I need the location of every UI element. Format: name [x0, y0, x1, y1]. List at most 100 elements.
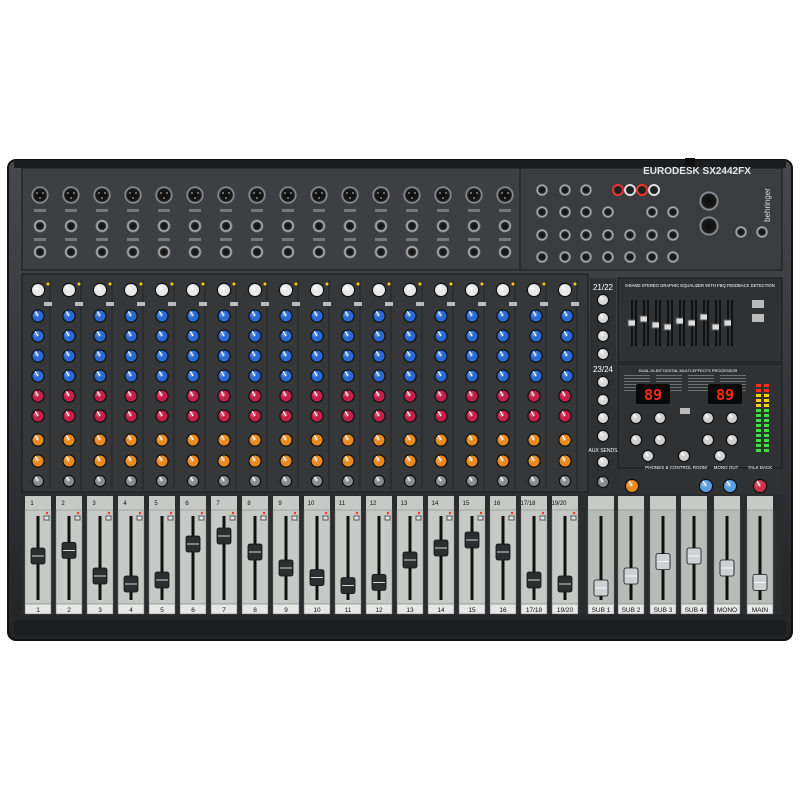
- channel-knob[interactable]: [186, 329, 200, 343]
- fx-knob[interactable]: [677, 449, 691, 463]
- geq-band-fader[interactable]: [627, 319, 637, 327]
- channel-knob[interactable]: [372, 369, 386, 383]
- aux-jack[interactable]: [536, 229, 548, 241]
- low-cut-switch[interactable]: [230, 302, 238, 306]
- line-input-jack[interactable]: [33, 219, 47, 233]
- aux-jack[interactable]: [580, 229, 592, 241]
- channel-knob[interactable]: [372, 474, 386, 488]
- channel-knob[interactable]: [93, 454, 107, 468]
- aux-jack[interactable]: [580, 184, 592, 196]
- channel-knob[interactable]: [93, 329, 107, 343]
- channel-knob[interactable]: [186, 433, 200, 447]
- aux-jack[interactable]: [559, 251, 571, 263]
- channel-knob[interactable]: [279, 389, 293, 403]
- channel-knob[interactable]: [371, 282, 387, 298]
- mute-button[interactable]: [446, 515, 453, 521]
- channel-knob[interactable]: [434, 454, 448, 468]
- channel-knob[interactable]: [31, 433, 45, 447]
- channel-knob[interactable]: [217, 409, 231, 423]
- channel-knob[interactable]: [434, 309, 448, 323]
- channel-knob[interactable]: [279, 349, 293, 363]
- xlr-input-jack[interactable]: [496, 186, 514, 204]
- insert-jack[interactable]: [405, 245, 419, 259]
- channel-knob[interactable]: [496, 309, 510, 323]
- geq-band-fader[interactable]: [711, 323, 721, 331]
- channel-knob[interactable]: [248, 409, 262, 423]
- return-knob[interactable]: [596, 393, 610, 407]
- xlr-input-jack[interactable]: [310, 186, 328, 204]
- channel-knob[interactable]: [123, 282, 139, 298]
- aux-jack[interactable]: [602, 229, 614, 241]
- line-input-jack[interactable]: [157, 219, 171, 233]
- channel-knob[interactable]: [155, 433, 169, 447]
- insert-jack[interactable]: [374, 245, 388, 259]
- channel-knob[interactable]: [465, 454, 479, 468]
- channel-knob[interactable]: [278, 282, 294, 298]
- line-input-jack[interactable]: [64, 219, 78, 233]
- channel-knob[interactable]: [372, 329, 386, 343]
- xlr-input-jack[interactable]: [124, 186, 142, 204]
- channel-knob[interactable]: [527, 454, 541, 468]
- low-cut-switch[interactable]: [106, 302, 114, 306]
- channel-knob[interactable]: [186, 349, 200, 363]
- channel-knob[interactable]: [279, 454, 293, 468]
- channel-knob[interactable]: [560, 369, 574, 383]
- mute-button[interactable]: [508, 515, 515, 521]
- low-cut-switch[interactable]: [447, 302, 455, 306]
- channel-knob[interactable]: [403, 329, 417, 343]
- channel-knob[interactable]: [558, 433, 572, 447]
- channel-knob[interactable]: [434, 369, 448, 383]
- aux-jack[interactable]: [602, 206, 614, 218]
- aux-jack[interactable]: [580, 206, 592, 218]
- channel-knob[interactable]: [62, 389, 76, 403]
- channel-knob[interactable]: [558, 389, 572, 403]
- mute-button[interactable]: [322, 515, 329, 521]
- channel-knob[interactable]: [155, 309, 169, 323]
- low-cut-switch[interactable]: [75, 302, 83, 306]
- return-knob[interactable]: [596, 311, 610, 325]
- mute-button[interactable]: [198, 515, 205, 521]
- channel-knob[interactable]: [465, 349, 479, 363]
- channel-knob[interactable]: [434, 474, 448, 488]
- channel-knob[interactable]: [526, 282, 542, 298]
- fx-knob[interactable]: [701, 411, 715, 425]
- channel-knob[interactable]: [124, 369, 138, 383]
- geq-band-fader[interactable]: [699, 313, 709, 321]
- channel-knob[interactable]: [403, 369, 417, 383]
- channel-knob[interactable]: [372, 454, 386, 468]
- channel-knob[interactable]: [62, 454, 76, 468]
- channel-knob[interactable]: [93, 433, 107, 447]
- geq-switch[interactable]: [752, 300, 764, 308]
- line-input-jack[interactable]: [126, 219, 140, 233]
- channel-knob[interactable]: [372, 433, 386, 447]
- channel-knob[interactable]: [403, 349, 417, 363]
- insert-jack[interactable]: [157, 245, 171, 259]
- main-out-left-xlr[interactable]: [699, 191, 719, 211]
- channel-knob[interactable]: [465, 433, 479, 447]
- channel-knob[interactable]: [310, 454, 324, 468]
- channel-knob[interactable]: [340, 282, 356, 298]
- rca-jack[interactable]: [612, 184, 624, 196]
- mute-button[interactable]: [260, 515, 267, 521]
- fx-knob[interactable]: [629, 433, 643, 447]
- fx-knob[interactable]: [629, 411, 643, 425]
- insert-jack[interactable]: [188, 245, 202, 259]
- line-input-jack[interactable]: [95, 219, 109, 233]
- insert-jack[interactable]: [436, 245, 450, 259]
- channel-knob[interactable]: [31, 409, 45, 423]
- xlr-input-jack[interactable]: [248, 186, 266, 204]
- fx-knob[interactable]: [641, 449, 655, 463]
- fx-knob[interactable]: [701, 433, 715, 447]
- line-input-jack[interactable]: [436, 219, 450, 233]
- channel-knob[interactable]: [434, 409, 448, 423]
- mute-button[interactable]: [167, 515, 174, 521]
- channel-knob[interactable]: [31, 474, 45, 488]
- aux-jack[interactable]: [536, 251, 548, 263]
- xlr-input-jack[interactable]: [465, 186, 483, 204]
- channel-knob[interactable]: [465, 474, 479, 488]
- return-knob[interactable]: [596, 475, 610, 489]
- mute-button[interactable]: [477, 515, 484, 521]
- xlr-input-jack[interactable]: [434, 186, 452, 204]
- line-input-jack[interactable]: [405, 219, 419, 233]
- channel-knob[interactable]: [62, 433, 76, 447]
